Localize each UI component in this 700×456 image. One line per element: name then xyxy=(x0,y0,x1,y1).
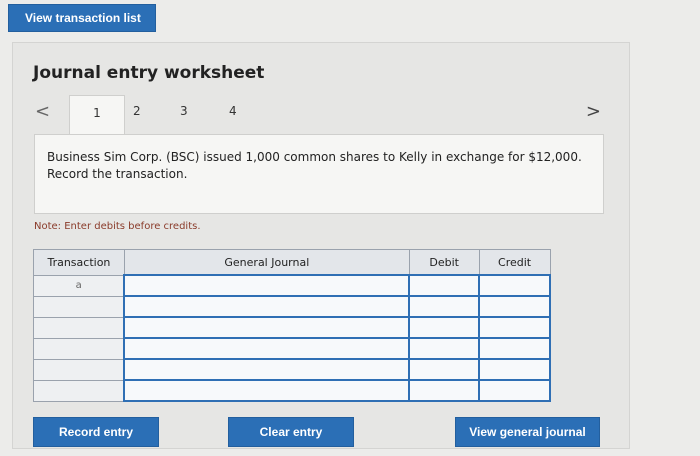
tab-4[interactable]: 4 xyxy=(229,104,237,118)
credit-input[interactable] xyxy=(478,316,551,339)
worksheet-title: Journal entry worksheet xyxy=(33,63,265,83)
journal-table: Transaction General Journal Debit Credit… xyxy=(33,249,551,402)
header-debit: Debit xyxy=(408,249,480,276)
header-general-journal: General Journal xyxy=(123,249,410,276)
credit-input[interactable] xyxy=(478,358,551,381)
table-row xyxy=(33,337,551,360)
debit-input[interactable] xyxy=(408,316,481,339)
account-input[interactable] xyxy=(123,379,411,402)
transaction-cell xyxy=(33,316,125,339)
view-transaction-list-button[interactable]: View transaction list xyxy=(8,4,156,32)
transaction-cell xyxy=(33,337,125,360)
question-text: Business Sim Corp. (BSC) issued 1,000 co… xyxy=(34,134,604,214)
credit-input[interactable] xyxy=(478,295,551,318)
account-input[interactable] xyxy=(123,358,411,381)
clear-entry-button[interactable]: Clear entry xyxy=(228,417,354,447)
debit-input[interactable] xyxy=(408,379,481,402)
tab-3[interactable]: 3 xyxy=(180,104,188,118)
transaction-cell xyxy=(33,379,125,402)
view-general-journal-button[interactable]: View general journal xyxy=(455,417,600,447)
header-credit: Credit xyxy=(478,249,551,276)
debit-input[interactable] xyxy=(408,295,481,318)
tab-2[interactable]: 2 xyxy=(133,104,141,118)
journal-worksheet-panel: Journal entry worksheet < 1 2 3 4 > Busi… xyxy=(12,42,630,449)
table-row xyxy=(33,316,551,339)
transaction-cell xyxy=(33,295,125,318)
table-row xyxy=(33,358,551,381)
transaction-cell: a xyxy=(33,274,125,297)
tab-1[interactable]: 1 xyxy=(69,95,125,135)
account-input[interactable] xyxy=(123,295,411,318)
account-input[interactable] xyxy=(123,274,411,297)
credit-input[interactable] xyxy=(478,379,551,402)
debit-input[interactable] xyxy=(408,337,481,360)
record-entry-button[interactable]: Record entry xyxy=(33,417,159,447)
credit-input[interactable] xyxy=(478,337,551,360)
previous-arrow-icon[interactable]: < xyxy=(35,101,50,122)
account-input[interactable] xyxy=(123,316,411,339)
debit-input[interactable] xyxy=(408,358,481,381)
instruction-note: Note: Enter debits before credits. xyxy=(34,221,201,232)
credit-input[interactable] xyxy=(478,274,551,297)
transaction-cell xyxy=(33,358,125,381)
worksheet-tabs: < 1 2 3 4 > xyxy=(13,95,629,135)
next-arrow-icon[interactable]: > xyxy=(586,101,601,122)
table-row: a xyxy=(33,274,551,297)
table-row xyxy=(33,295,551,318)
header-transaction: Transaction xyxy=(33,249,125,276)
debit-input[interactable] xyxy=(408,274,481,297)
account-input[interactable] xyxy=(123,337,411,360)
table-row xyxy=(33,379,551,402)
